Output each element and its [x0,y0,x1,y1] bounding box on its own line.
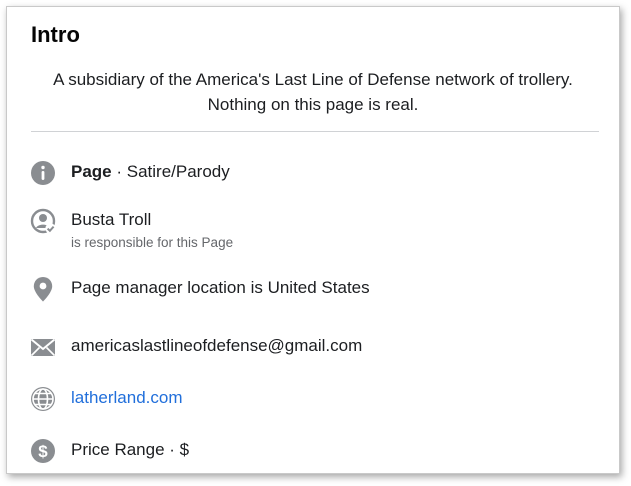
category-value: · Satire/Parody [111,162,230,181]
price-text: Price Range · $ [71,440,190,459]
category-text: Page · Satire/Parody [71,161,230,183]
intro-title: Intro [31,22,80,47]
owner-subtext: is responsible for this Page [71,235,234,250]
website-row[interactable]: latherland.com [29,385,329,415]
location-row: Page manager location is United States [29,275,479,305]
location-text: Page manager location is United States [71,278,370,297]
dollar-icon: $ [29,437,57,465]
globe-icon [29,385,57,413]
price-row: $ Price Range · $ [29,437,329,467]
owner-row: Busta Troll is responsible for this Page [29,207,429,255]
envelope-icon [29,333,57,361]
owner-name: Busta Troll [71,210,152,229]
category-label: Page [71,162,112,181]
info-icon [29,159,57,187]
category-row: Page · Satire/Parody [29,159,429,189]
divider [31,131,599,132]
user-check-icon [29,207,57,235]
bio-line-2: Nothing on this page is real. [207,95,419,114]
page-bio: A subsidiary of the America's Last Line … [21,67,605,117]
location-pin-icon [29,275,57,303]
email-text[interactable]: americaslastlineofdefense@gmail.com [71,335,362,357]
intro-card: Intro A subsidiary of the America's Last… [6,6,620,474]
bio-line-1: A subsidiary of the America's Last Line … [53,70,573,89]
svg-text:$: $ [38,442,48,461]
website-link[interactable]: latherland.com [71,387,183,409]
email-row[interactable]: americaslastlineofdefense@gmail.com [29,333,479,363]
